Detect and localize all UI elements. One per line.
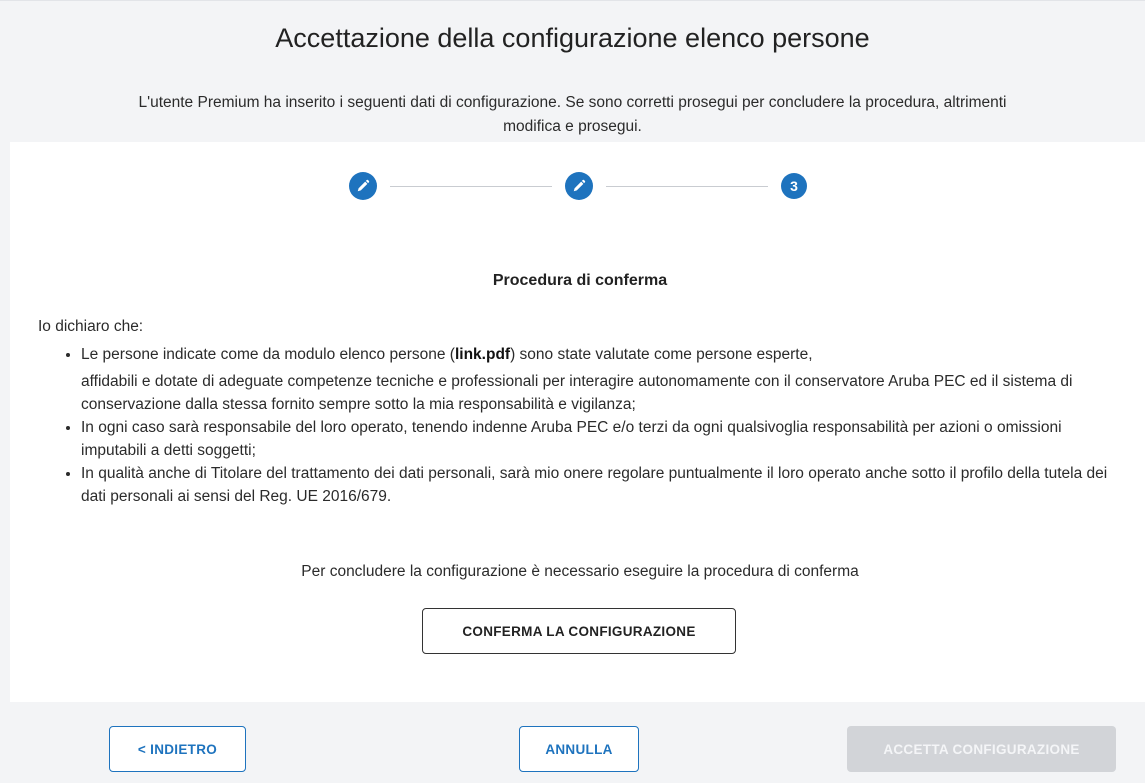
pencil-icon [356, 179, 370, 193]
progress-stepper: 3 [0, 172, 1145, 200]
pencil-icon [572, 179, 586, 193]
pdf-link[interactable]: link.pdf [455, 346, 510, 363]
step-connector-1 [390, 186, 552, 187]
bullet-1-suffix: ) sono state valutate come persone esper… [510, 346, 813, 363]
step-3-current: 3 [781, 173, 807, 199]
subtitle-line-2: modifica e prosegui. [503, 118, 642, 135]
list-item: Le persone indicate come da modulo elenc… [81, 340, 1131, 416]
step-1-completed[interactable] [349, 172, 377, 200]
step-2-completed[interactable] [565, 172, 593, 200]
declaration-list: Le persone indicate come da modulo elenc… [56, 340, 1131, 508]
cancel-button[interactable]: ANNULLA [519, 726, 639, 772]
bullet-1-rest: affidabili e dotate di adeguate competen… [81, 373, 1073, 413]
bullet-1-prefix: Le persone indicate come da modulo elenc… [81, 346, 455, 363]
list-item: In qualità anche di Titolare del trattam… [81, 462, 1131, 508]
accept-configuration-button[interactable]: ACCETTA CONFIGURAZIONE [847, 726, 1116, 772]
subtitle-line-1: L'utente Premium ha inserito i seguenti … [138, 94, 1007, 111]
step-3-number: 3 [790, 178, 798, 194]
declaration-intro: Io dichiaro che: [38, 318, 144, 335]
page-subtitle: L'utente Premium ha inserito i seguenti … [0, 91, 1145, 139]
step-connector-2 [606, 186, 768, 187]
confirm-configuration-button[interactable]: CONFERMA LA CONFIGURAZIONE [422, 608, 736, 654]
left-border [0, 142, 10, 783]
list-item: In ogni caso sarà responsabile del loro … [81, 416, 1131, 462]
page-header: Accettazione della configurazione elenco… [0, 0, 1145, 143]
back-button[interactable]: < INDIETRO [109, 726, 246, 772]
confirm-note: Per concludere la configurazione è neces… [301, 563, 859, 580]
page-title: Accettazione della configurazione elenco… [275, 23, 870, 53]
section-title: Procedura di conferma [492, 272, 668, 289]
